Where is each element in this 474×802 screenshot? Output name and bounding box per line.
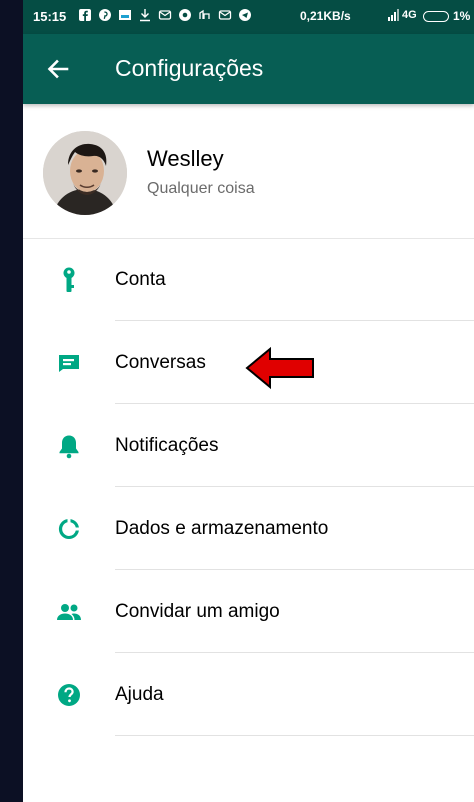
profile-name: Weslley bbox=[147, 146, 224, 171]
menu-item-conta[interactable]: Conta bbox=[23, 238, 474, 321]
menu-item-label: Ajuda bbox=[115, 684, 164, 705]
battery-icon bbox=[423, 11, 449, 22]
arrow-left-icon[interactable] bbox=[45, 56, 71, 82]
menu-item-label: Conta bbox=[115, 269, 166, 290]
divider bbox=[115, 735, 474, 736]
bell-icon bbox=[55, 432, 83, 460]
menu-item-ajuda[interactable]: Ajuda bbox=[23, 653, 474, 736]
data-usage-icon bbox=[55, 515, 83, 543]
gallery-icon bbox=[118, 8, 132, 22]
key-icon bbox=[55, 266, 83, 294]
avatar[interactable] bbox=[43, 131, 127, 215]
pinterest-icon bbox=[98, 8, 112, 22]
app-bar: Configurações bbox=[23, 34, 474, 104]
menu-item-label: Dados e armazenamento bbox=[115, 518, 329, 539]
network-type: 4G bbox=[402, 9, 417, 21]
menu-item-label: Convidar um amigo bbox=[115, 601, 280, 622]
phone-screen: 15:15 0,21KB/s 4G 1% Configurações Wesll… bbox=[23, 0, 474, 802]
menu-item-dados[interactable]: Dados e armazenamento bbox=[23, 487, 474, 570]
download-icon bbox=[138, 8, 152, 22]
telegram-icon bbox=[238, 8, 252, 22]
app-icon bbox=[198, 8, 212, 22]
network-speed: 0,21KB/s bbox=[300, 9, 351, 23]
email-icon bbox=[158, 8, 172, 22]
annotation-arrow-icon bbox=[245, 346, 314, 390]
help-icon bbox=[55, 681, 83, 709]
page-title: Configurações bbox=[115, 55, 264, 81]
people-icon bbox=[55, 598, 83, 626]
notification-icons bbox=[78, 8, 252, 22]
profile-status: Qualquer coisa bbox=[147, 180, 255, 197]
status-time: 15:15 bbox=[33, 9, 67, 24]
menu-item-convidar[interactable]: Convidar um amigo bbox=[23, 570, 474, 653]
menu-item-label: Notificações bbox=[115, 435, 219, 456]
menu-item-label: Conversas bbox=[115, 352, 206, 373]
battery-level: 1% bbox=[453, 9, 471, 23]
chat-icon bbox=[55, 349, 83, 377]
email-icon bbox=[218, 8, 232, 22]
facebook-icon bbox=[78, 8, 92, 22]
signal-icon bbox=[386, 8, 400, 25]
menu-item-notificacoes[interactable]: Notificações bbox=[23, 404, 474, 487]
profile-card[interactable]: Weslley Qualquer coisa bbox=[23, 104, 474, 239]
chrome-icon bbox=[178, 8, 192, 22]
status-bar: 15:15 0,21KB/s 4G 1% bbox=[23, 0, 474, 34]
